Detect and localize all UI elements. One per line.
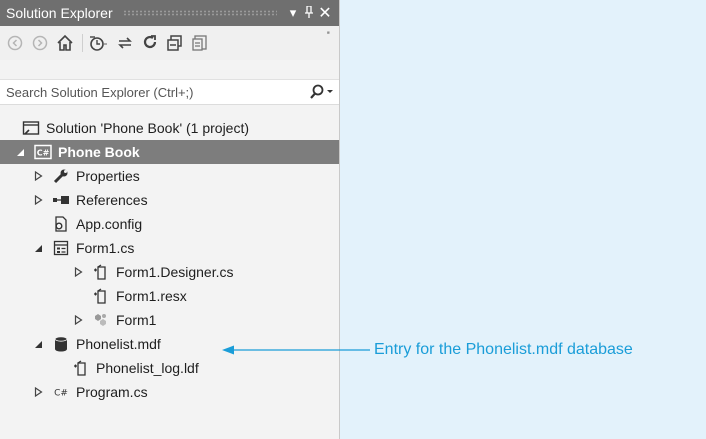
callout-arrow bbox=[222, 345, 370, 355]
callout-label: Entry for the Phonelist.mdf database bbox=[374, 341, 633, 358]
